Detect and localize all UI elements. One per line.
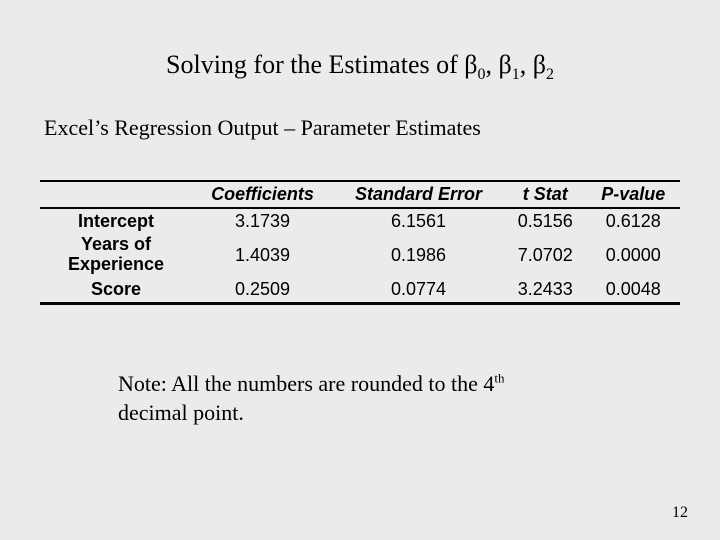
note-post: decimal point. (118, 400, 244, 425)
table-row: Years ofExperience 1.4039 0.1986 7.0702 … (40, 233, 680, 277)
table-bottom-rule (40, 302, 680, 304)
beta-sub-1: 1 (512, 66, 520, 83)
col-pvalue: P-value (586, 181, 680, 208)
cell-t: 7.0702 (504, 233, 586, 277)
regression-table: Coefficients Standard Error t Stat P-val… (40, 180, 680, 305)
col-coefficients: Coefficients (192, 181, 333, 208)
table-row: Intercept 3.1739 6.1561 0.5156 0.6128 (40, 208, 680, 234)
row-label: Score (40, 277, 192, 302)
cell-se: 6.1561 (333, 208, 504, 234)
col-stderr: Standard Error (333, 181, 504, 208)
row-label-text: Years ofExperience (68, 234, 164, 274)
table-header-row: Coefficients Standard Error t Stat P-val… (40, 181, 680, 208)
beta-sub-0: 0 (478, 66, 486, 83)
beta-symbol: β (464, 50, 477, 79)
subtitle: Excel’s Regression Output – Parameter Es… (44, 115, 481, 141)
cell-se: 0.1986 (333, 233, 504, 277)
title-pre: Solving for the Estimates of (166, 50, 464, 79)
note-sup: th (494, 371, 504, 386)
col-blank (40, 181, 192, 208)
title-sep2: , (520, 50, 533, 79)
beta-sub-2: 2 (546, 66, 554, 83)
cell-se: 0.0774 (333, 277, 504, 302)
col-tstat: t Stat (504, 181, 586, 208)
cell-p: 0.0048 (586, 277, 680, 302)
cell-t: 3.2433 (504, 277, 586, 302)
title-sep1: , (486, 50, 499, 79)
cell-coef: 3.1739 (192, 208, 333, 234)
note-pre: Note: All the numbers are rounded to the… (118, 371, 494, 396)
row-label: Intercept (40, 208, 192, 234)
row-label: Years ofExperience (40, 233, 192, 277)
beta-symbol: β (499, 50, 512, 79)
page-number: 12 (672, 504, 688, 522)
cell-t: 0.5156 (504, 208, 586, 234)
footnote: Note: All the numbers are rounded to the… (118, 370, 578, 427)
cell-coef: 1.4039 (192, 233, 333, 277)
slide: Solving for the Estimates of β0, β1, β2 … (0, 0, 720, 540)
table-row: Score 0.2509 0.0774 3.2433 0.0048 (40, 277, 680, 302)
cell-p: 0.6128 (586, 208, 680, 234)
beta-symbol: β (533, 50, 546, 79)
page-title: Solving for the Estimates of β0, β1, β2 (0, 50, 720, 84)
cell-p: 0.0000 (586, 233, 680, 277)
cell-coef: 0.2509 (192, 277, 333, 302)
